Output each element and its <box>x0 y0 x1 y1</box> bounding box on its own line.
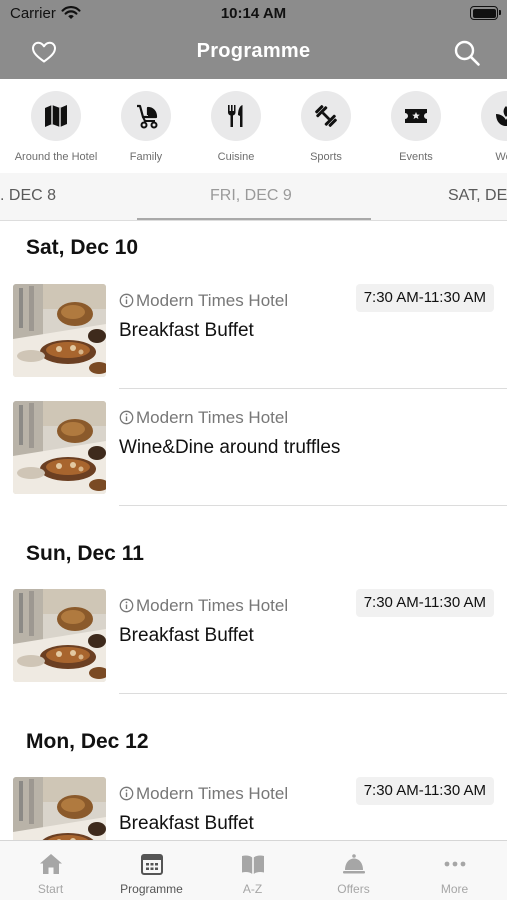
house-icon <box>39 854 62 874</box>
row-divider <box>119 693 507 694</box>
category-icon-circle <box>481 91 507 141</box>
date-tab-selected[interactable]: FRI, DEC 9 <box>210 187 292 205</box>
category-family[interactable]: Family <box>101 91 191 163</box>
battery-fill <box>472 8 496 18</box>
page-title: Programme <box>196 40 311 62</box>
wellness-icon <box>496 106 507 126</box>
date-tab-next[interactable]: SAT, DE <box>448 187 507 205</box>
info-icon <box>119 293 134 308</box>
buffet-photo <box>13 777 106 840</box>
programme-list[interactable]: Sat, Dec 10 Modern Times Hotel Breakfast… <box>0 222 507 840</box>
battery-nub <box>499 10 501 15</box>
more-icon <box>444 861 465 867</box>
search-icon[interactable] <box>453 39 481 67</box>
event-venue: Modern Times Hotel <box>119 408 288 428</box>
event-row[interactable]: Modern Times Hotel Breakfast Buffet 7:30… <box>0 284 507 401</box>
bell-icon <box>342 854 365 874</box>
event-venue: Modern Times Hotel <box>119 596 288 616</box>
tab-label: A-Z <box>242 882 263 896</box>
category-wellness[interactable]: Well <box>461 91 507 163</box>
tab-label: Offers <box>337 882 370 896</box>
tab-more[interactable]: More <box>404 851 505 896</box>
calendar-icon <box>140 854 163 875</box>
category-label: Events <box>399 151 433 163</box>
date-tabs: . DEC 8 FRI, DEC 9 SAT, DE <box>0 173 507 221</box>
info-icon <box>119 410 134 425</box>
event-venue: Modern Times Hotel <box>119 291 288 311</box>
battery-icon <box>470 6 501 20</box>
map-icon <box>45 105 67 127</box>
event-venue: Modern Times Hotel <box>119 784 288 804</box>
event-title: Breakfast Buffet <box>119 813 254 834</box>
event-thumbnail <box>13 589 106 682</box>
day-header: Sat, Dec 10 <box>26 236 139 259</box>
category-icon-circle <box>391 91 441 141</box>
buffet-photo <box>13 401 106 494</box>
tab-label: Programme <box>120 882 183 896</box>
tab-label: More <box>440 882 469 896</box>
day-header: Mon, Dec 12 <box>26 730 149 753</box>
venue-label: Modern Times Hotel <box>136 596 289 615</box>
date-tab-prev[interactable]: . DEC 8 <box>0 187 56 205</box>
category-strip: Around the Hotel Family Cuisine Sports E… <box>0 79 507 173</box>
ticket-icon <box>405 109 427 123</box>
event-title: Wine&Dine around truffles <box>119 437 341 458</box>
category-label: Cuisine <box>217 151 255 163</box>
event-row[interactable]: Modern Times Hotel Breakfast Buffet 7:30… <box>0 589 507 706</box>
venue-label: Modern Times Hotel <box>136 784 289 803</box>
tab-start[interactable]: Start <box>0 851 101 896</box>
status-bar: Carrier 10:14 AM <box>0 0 507 28</box>
stroller-icon <box>137 104 158 129</box>
tab-programme[interactable]: Programme <box>101 851 202 896</box>
row-divider <box>119 388 507 389</box>
buffet-photo <box>13 284 106 377</box>
category-icon-circle <box>211 91 261 141</box>
event-thumbnail <box>13 284 106 377</box>
tab-offers[interactable]: Offers <box>303 851 404 896</box>
venue-label: Modern Times Hotel <box>136 408 289 427</box>
tab-bar: Start Programme A-Z Offers More <box>0 840 507 900</box>
event-row[interactable]: Modern Times Hotel Breakfast Buffet 7:30… <box>0 777 507 840</box>
category-icon-circle <box>121 91 171 141</box>
event-row[interactable]: Modern Times Hotel Wine&Dine around truf… <box>0 401 507 518</box>
category-sports[interactable]: Sports <box>281 91 371 163</box>
category-label: Family <box>129 151 163 163</box>
day-header: Sun, Dec 11 <box>26 542 144 565</box>
info-icon <box>119 598 134 613</box>
category-cuisine[interactable]: Cuisine <box>191 91 281 163</box>
category-label: Well <box>495 151 507 163</box>
event-thumbnail <box>13 777 106 840</box>
event-time-badge: 7:30 AM-11:30 AM <box>355 777 494 805</box>
category-icon-circle <box>31 91 81 141</box>
info-icon <box>119 786 134 801</box>
status-time: 10:14 AM <box>220 5 287 22</box>
category-label: Around the Hotel <box>14 151 98 163</box>
buffet-photo <box>13 589 106 682</box>
event-time-badge: 7:30 AM-11:30 AM <box>355 589 494 617</box>
nav-bar: Carrier 10:14 AM Programme <box>0 0 507 79</box>
category-icon-circle <box>301 91 351 141</box>
event-time-badge: 7:30 AM-11:30 AM <box>355 284 494 312</box>
tab-a-z[interactable]: A-Z <box>202 851 303 896</box>
event-thumbnail <box>13 401 106 494</box>
category-around-the-hotel[interactable]: Around the Hotel <box>11 91 101 163</box>
venue-label: Modern Times Hotel <box>136 291 289 310</box>
dumbbell-icon <box>315 105 337 127</box>
category-label: Sports <box>310 151 342 163</box>
event-title: Breakfast Buffet <box>119 320 254 341</box>
tab-label: Start <box>37 882 64 896</box>
row-divider <box>119 505 507 506</box>
category-events[interactable]: Events <box>371 91 461 163</box>
date-tab-indicator <box>137 218 371 220</box>
event-title: Breakfast Buffet <box>119 625 254 646</box>
book-icon <box>241 855 264 874</box>
cutlery-icon <box>228 105 243 127</box>
